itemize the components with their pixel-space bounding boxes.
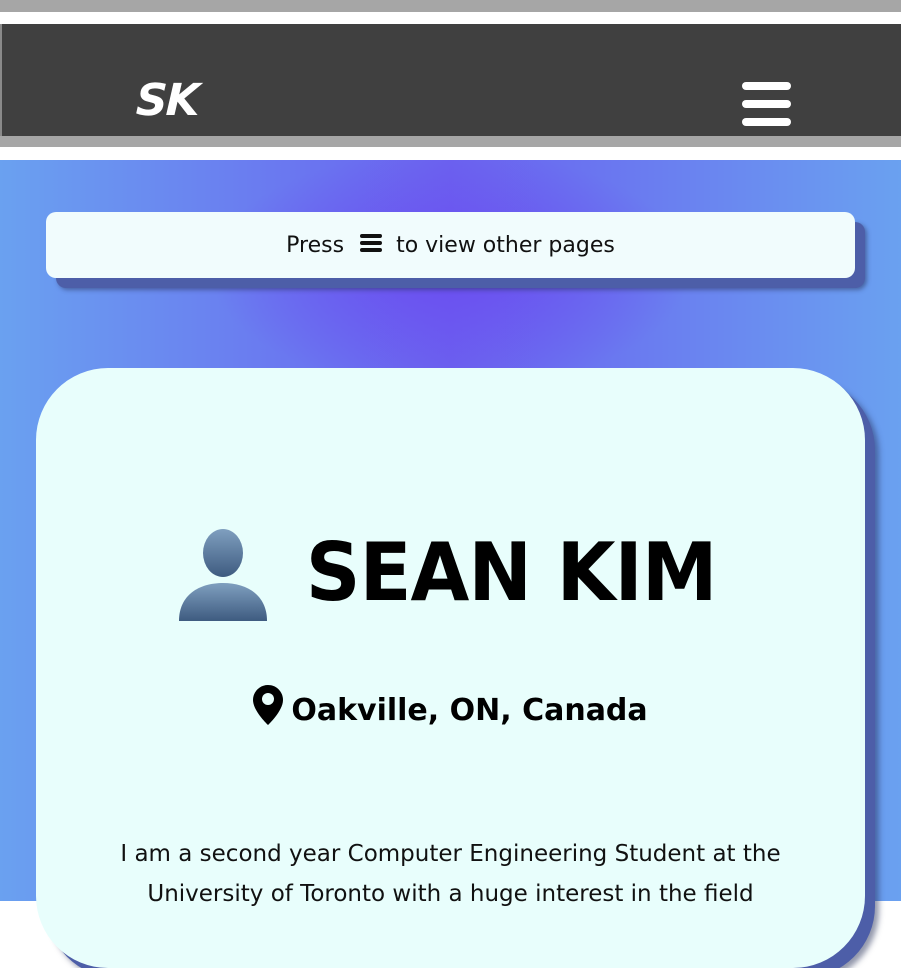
hint-prefix: Press	[286, 232, 345, 258]
profile-location-row: Oakville, ON, Canada	[0, 683, 901, 739]
user-silhouette-icon	[179, 529, 268, 621]
profile-name-row: SEAN KIM	[0, 518, 901, 628]
site-logo[interactable]: SK	[135, 75, 199, 126]
profile-bio: I am a second year Computer Engineering …	[120, 841, 781, 907]
nav-bottom-strip	[0, 136, 901, 147]
hint-suffix: to view other pages	[396, 232, 615, 258]
navbar: SK	[0, 24, 901, 136]
top-strip	[0, 0, 901, 12]
profile-name: SEAN KIM	[306, 526, 718, 619]
hamburger-menu-icon	[360, 234, 383, 252]
navigation-hint: Press to view other pages	[46, 212, 855, 278]
profile-location: Oakville, ON, Canada	[291, 693, 648, 728]
map-pin-icon	[253, 685, 284, 725]
hamburger-menu-icon[interactable]	[742, 82, 792, 126]
